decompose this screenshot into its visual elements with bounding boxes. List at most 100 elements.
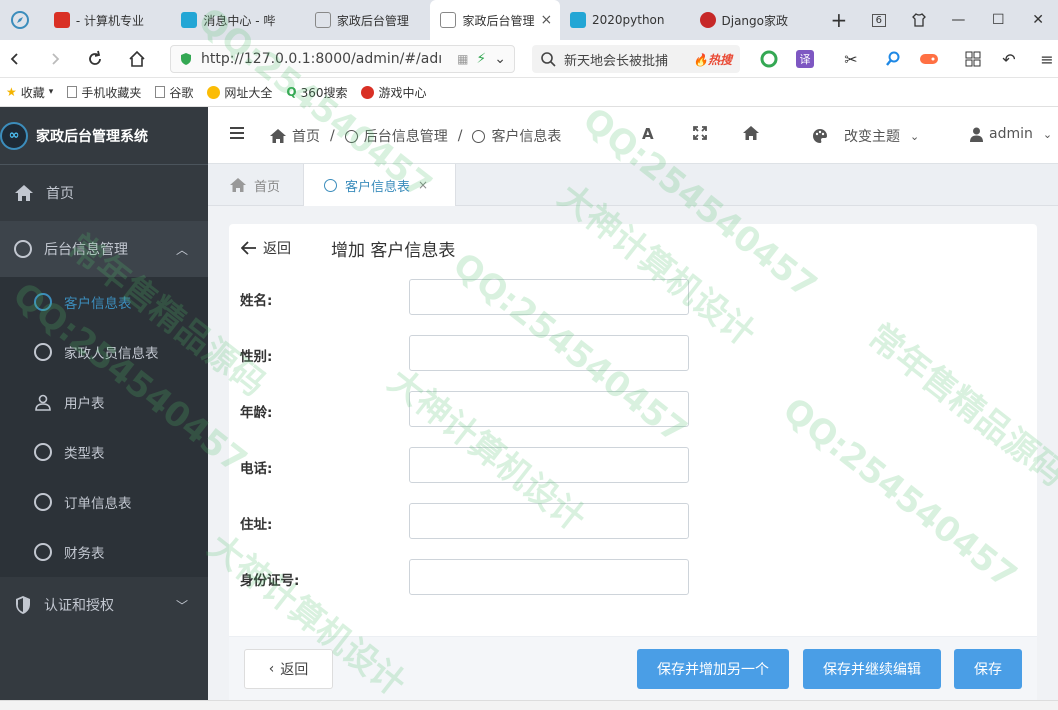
close-window-button[interactable]: ✕ <box>1018 0 1058 40</box>
save-and-add-another-button[interactable]: 保存并增加另一个 <box>637 649 789 689</box>
magnifier-icon[interactable] <box>882 48 904 70</box>
page-icon <box>314 12 331 28</box>
scissors-icon[interactable]: ✂ <box>840 48 862 70</box>
browser-tab[interactable]: 消息中心 - 哔 <box>171 0 305 40</box>
form-row-phone: 电话: <box>229 447 1037 487</box>
back-button[interactable]: ‹ 返回 <box>244 649 333 689</box>
sidebar-item-staff[interactable]: 家政人员信息表 <box>0 327 208 377</box>
bookmark-item[interactable]: 手机收藏夹 <box>67 84 141 101</box>
phone-input[interactable] <box>409 447 689 483</box>
maximize-button[interactable]: ☐ <box>978 0 1018 40</box>
button-label: 保存并继续编辑 <box>823 662 921 678</box>
fullscreen-button[interactable] <box>693 126 707 140</box>
id-number-input[interactable] <box>409 559 689 595</box>
sidebar-group-backend[interactable]: 后台信息管理 ︿ <box>0 221 208 277</box>
browser-tab-label: - 计算机专业 <box>75 13 145 28</box>
page-tab-customers[interactable]: 客户信息表 × <box>303 164 456 206</box>
user-dropdown[interactable]: admin ⌄ <box>970 126 1052 142</box>
circle-icon <box>760 50 778 68</box>
browser-tab[interactable]: - 计算机专业 <box>44 0 172 40</box>
gamepad-icon[interactable] <box>918 48 940 70</box>
theme-dropdown[interactable]: 改变主题 ⌄ <box>812 126 919 146</box>
page-title: 增加 客户信息表 <box>331 241 456 261</box>
apps-grid-icon[interactable] <box>962 48 984 70</box>
button-label: 保存 <box>974 662 1002 678</box>
browser-tab[interactable]: 家政后台管理 <box>305 0 431 40</box>
tab-counter-button[interactable]: 6 <box>859 0 899 40</box>
breadcrumb-home[interactable]: 首页 <box>292 126 320 146</box>
bookmark-item[interactable]: Q 360搜索 <box>286 84 347 101</box>
sidebar-item-users[interactable]: 用户表 <box>0 377 208 427</box>
gender-input[interactable] <box>409 335 689 371</box>
home-button[interactable] <box>126 48 148 70</box>
address-input[interactable] <box>409 503 689 539</box>
address-bar[interactable]: http://127.0.0.1:8000/admin/#/adı ▦ ⚡ ⌄ <box>170 45 515 73</box>
browser-tab[interactable]: 2020python <box>560 0 690 40</box>
bookmark-item[interactable]: 谷歌 <box>155 84 193 101</box>
browser-tab-active[interactable]: 家政后台管理 × <box>430 0 560 40</box>
chevron-down-icon[interactable]: ⌄ <box>494 51 506 67</box>
bookmarks-bar: ★ 收藏 ▾ 手机收藏夹 谷歌 网址大全 Q 360搜索 游戏中心 <box>0 78 1058 107</box>
form-row-gender: 性别: <box>229 335 1037 375</box>
page-icon <box>67 86 78 98</box>
back-button[interactable] <box>4 48 26 70</box>
sidebar-item-types[interactable]: 类型表 <box>0 427 208 477</box>
sidebar-item-auth[interactable]: 认证和授权 ﹀ <box>0 577 208 633</box>
django-icon <box>699 12 716 28</box>
extension-button[interactable] <box>758 48 780 70</box>
sidebar-item-home[interactable]: 首页 <box>0 165 208 221</box>
sidebar-item-label: 认证和授权 <box>44 598 114 614</box>
shirt-icon[interactable] <box>899 0 939 40</box>
bookmark-label: 网址大全 <box>224 85 273 100</box>
close-icon[interactable]: × <box>418 178 428 192</box>
arrow-left-icon <box>10 53 18 65</box>
field-label: 年龄: <box>240 405 273 421</box>
age-input[interactable] <box>409 391 689 427</box>
sidebar-item-finance[interactable]: 财务表 <box>0 527 208 577</box>
form-row-address: 住址: <box>229 503 1037 543</box>
reload-button[interactable] <box>84 48 106 70</box>
username: admin <box>989 126 1033 142</box>
hamburger-menu-button[interactable] <box>230 126 244 140</box>
browser-tab[interactable]: Django家政 <box>690 0 820 40</box>
browser-tab-label: Django家政 <box>721 13 789 28</box>
close-tab-icon[interactable]: × <box>540 12 552 28</box>
arrow-left-icon <box>241 241 256 255</box>
field-label: 住址: <box>240 517 273 533</box>
undo-icon[interactable]: ↶ <box>998 48 1020 70</box>
brand[interactable]: ∞ 家政后台管理系统 <box>0 107 208 165</box>
card-header: 返回 增加 客户信息表 <box>229 224 1037 270</box>
bookmark-item[interactable]: ★ 收藏 ▾ <box>6 84 53 101</box>
save-and-continue-button[interactable]: 保存并继续编辑 <box>803 649 941 689</box>
translate-button[interactable]: 译 <box>796 50 814 68</box>
form-row-name: 姓名: <box>229 279 1037 319</box>
font-size-button[interactable]: A <box>642 125 654 143</box>
bookmark-item[interactable]: 游戏中心 <box>361 84 426 101</box>
new-tab-button[interactable]: + <box>819 0 859 40</box>
browser-back-history-button[interactable] <box>0 0 44 40</box>
sidebar-item-orders[interactable]: 订单信息表 <box>0 477 208 527</box>
menu-icon[interactable]: ≡ <box>1036 48 1058 70</box>
star-icon: ★ <box>6 85 17 99</box>
forward-button[interactable] <box>44 48 66 70</box>
grid-icon[interactable]: ▦ <box>457 52 468 66</box>
sidebar-item-customers[interactable]: 客户信息表 <box>0 277 208 327</box>
page-tab-home[interactable]: 首页 <box>230 164 280 206</box>
circle-icon <box>34 493 52 511</box>
name-input[interactable] <box>409 279 689 315</box>
back-link[interactable]: 返回 <box>241 238 291 258</box>
form-row-id-number: 身份证号: <box>229 559 1037 599</box>
home-shortcut-button[interactable] <box>743 126 759 140</box>
browser-search-box[interactable]: 新天地会长被批捕 🔥热搜 <box>532 45 740 73</box>
save-button[interactable]: 保存 <box>954 649 1022 689</box>
bookmark-label: 游戏中心 <box>378 85 427 100</box>
reload-icon <box>89 50 101 65</box>
bolt-icon[interactable]: ⚡ <box>476 51 486 67</box>
breadcrumb-group[interactable]: 后台信息管理 <box>364 126 448 146</box>
page-icon <box>440 12 457 28</box>
address-text: http://127.0.0.1:8000/admin/#/adı <box>201 51 443 67</box>
bookmark-item[interactable]: 网址大全 <box>207 84 272 101</box>
minimize-button[interactable]: — <box>939 0 979 40</box>
shield-icon <box>16 596 30 614</box>
sidebar-item-label: 订单信息表 <box>64 496 132 512</box>
